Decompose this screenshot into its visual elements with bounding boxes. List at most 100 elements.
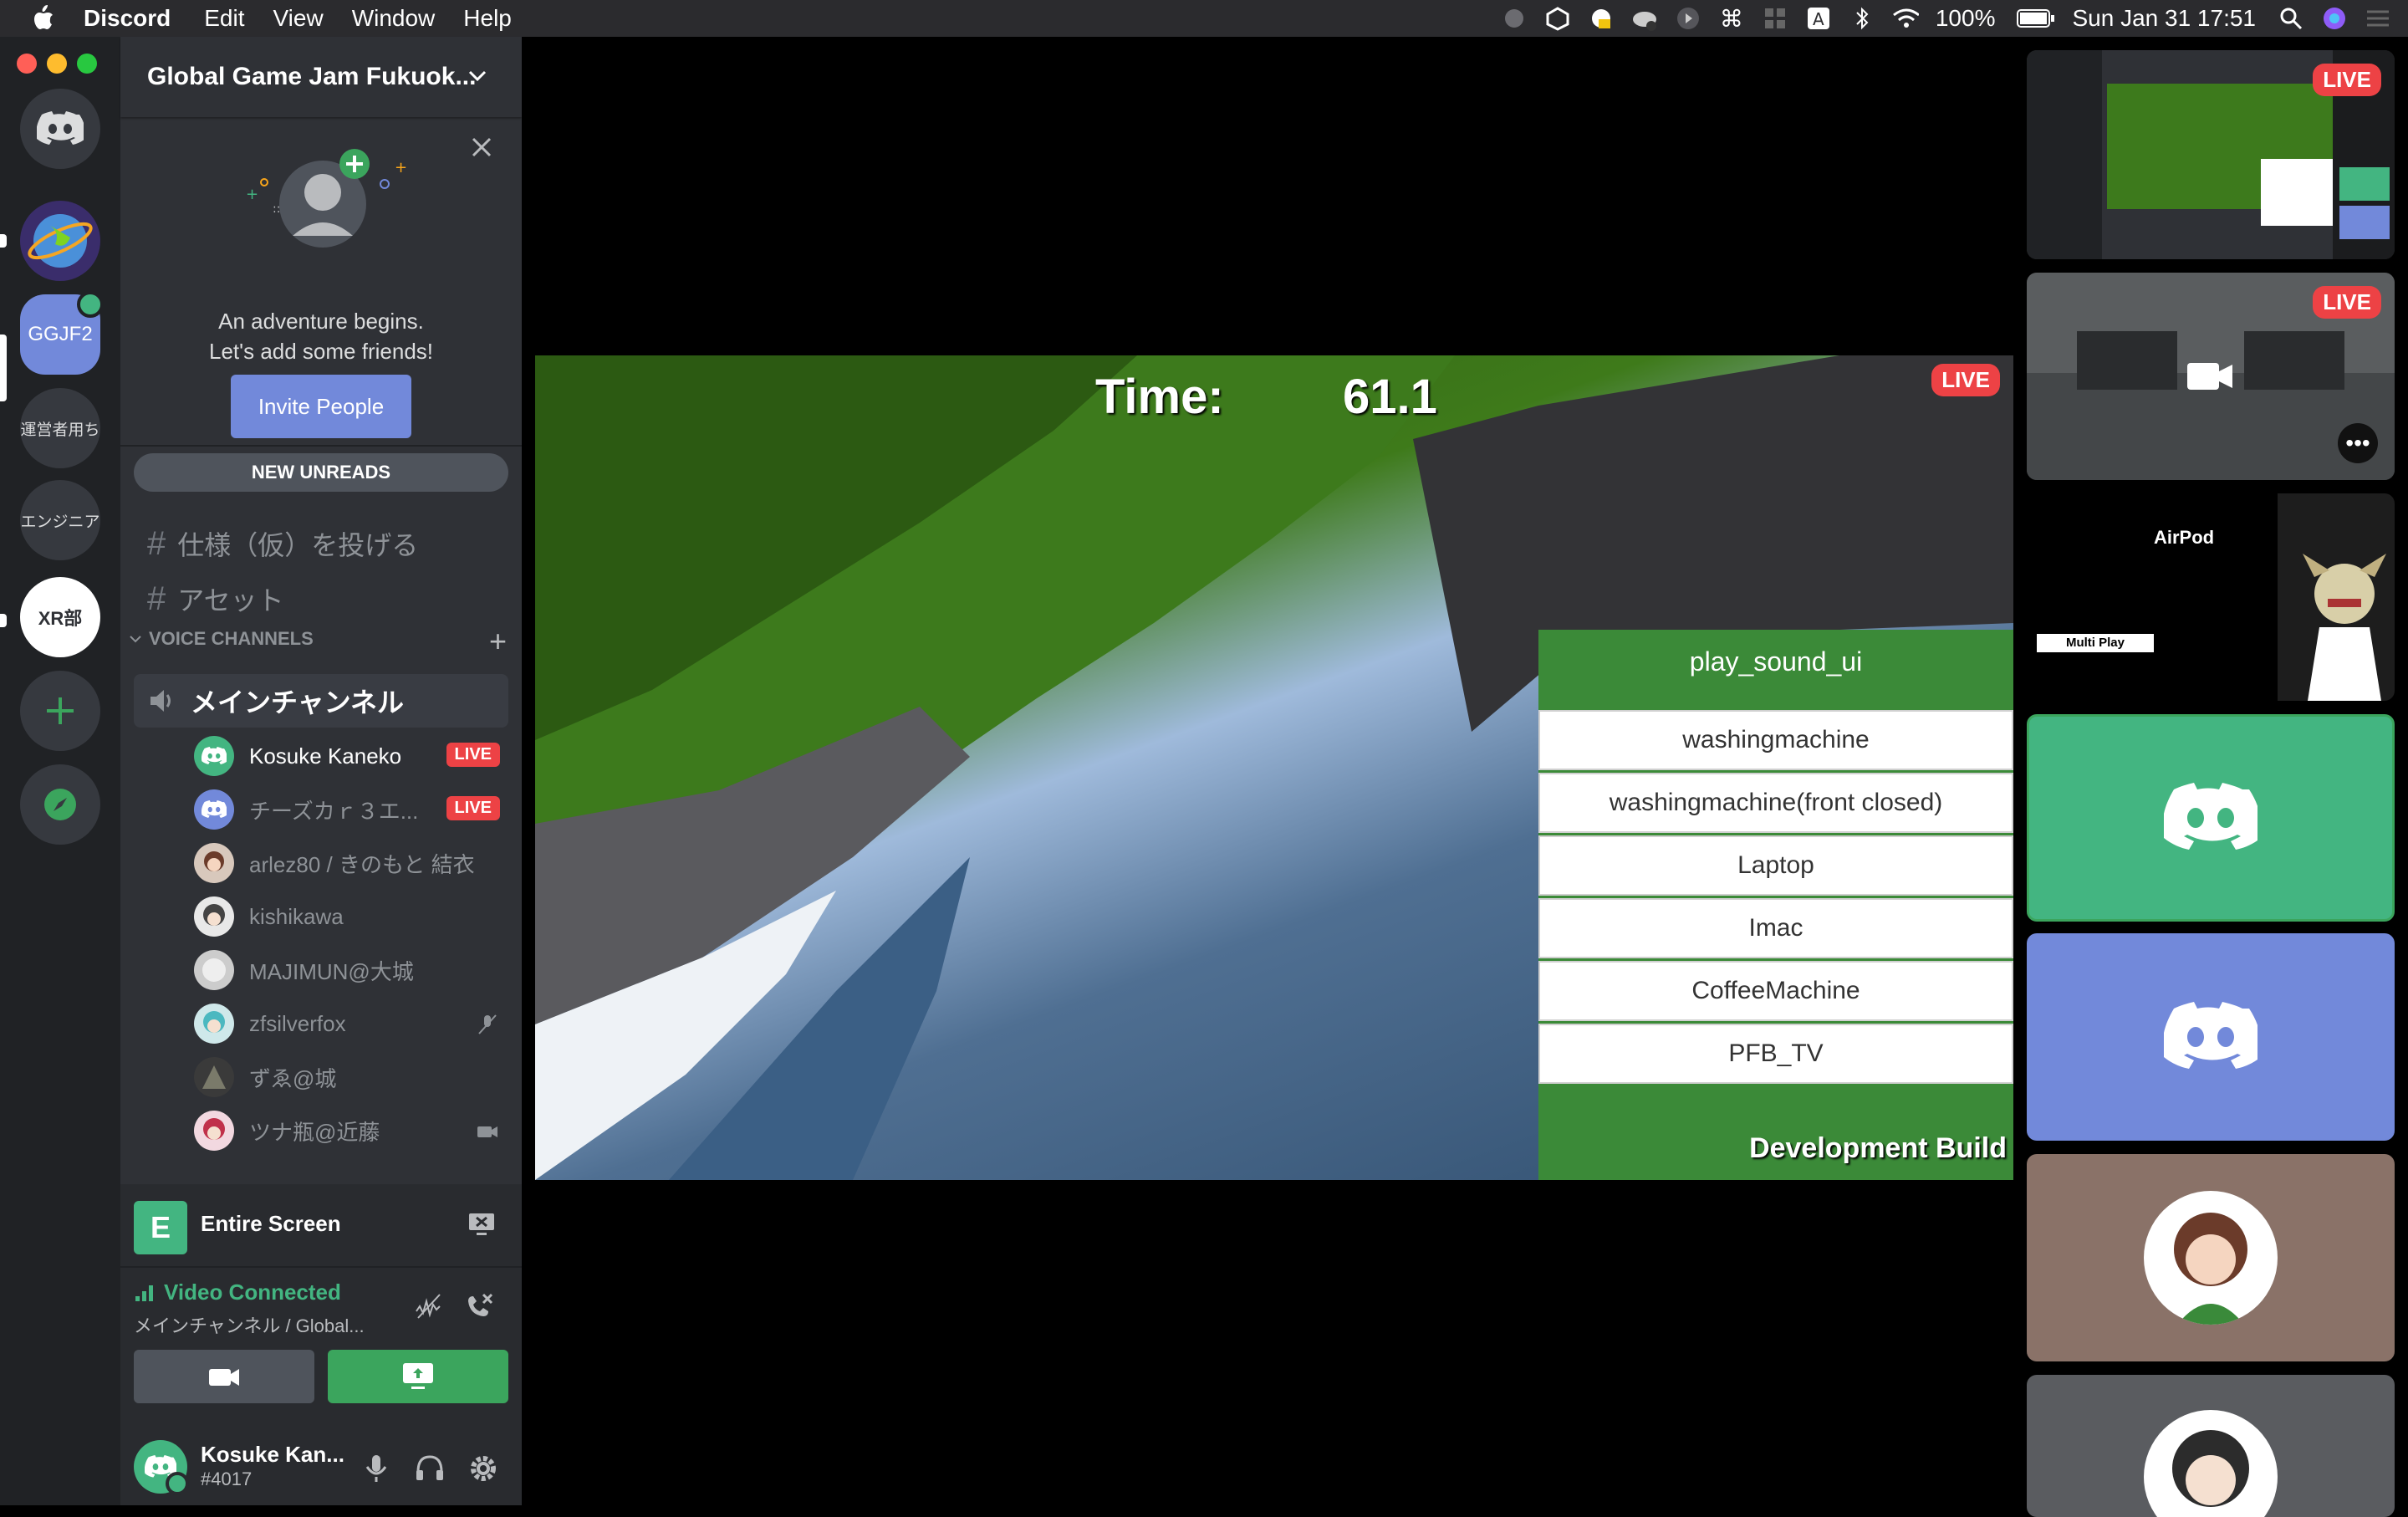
menu-edit[interactable]: Edit (204, 5, 244, 32)
server-ggjf2[interactable]: GGJF2 (20, 291, 104, 375)
text-channel-item[interactable]: # 仕様（仮）を投げる (147, 518, 418, 569)
stream-tile-room[interactable]: LIVE ••• (2027, 273, 2395, 480)
server-admin[interactable]: 運営者用ち (20, 388, 100, 468)
stream-tile-screen[interactable]: LIVE (2027, 50, 2395, 259)
svg-text:+: + (246, 186, 258, 203)
server-header[interactable]: Global Game Jam Fukuok... (120, 37, 522, 117)
screen-share-button[interactable] (328, 1350, 508, 1403)
participant-tile-user[interactable] (2027, 1154, 2395, 1361)
noise-suppression-icon[interactable] (411, 1290, 445, 1323)
voice-user[interactable]: arlez80 / きのもと 結衣 (194, 840, 508, 886)
avatar (194, 736, 234, 776)
explore-servers-button[interactable] (20, 764, 100, 845)
wifi-icon[interactable] (1892, 6, 1919, 31)
voice-user[interactable]: ずゑ@城 (194, 1054, 508, 1101)
voice-user-name: arlez80 / きのもと 結衣 (249, 851, 475, 877)
avatar[interactable] (134, 1440, 189, 1495)
game-menu-option[interactable]: washingmachine(front closed) (1538, 773, 2013, 833)
channel-name: アセット (177, 585, 284, 615)
voice-user[interactable]: ツナ瓶@近藤 (194, 1107, 508, 1154)
cloud-icon[interactable] (1631, 6, 1658, 31)
voice-status[interactable]: Video Connected (134, 1279, 341, 1305)
voice-channel-path[interactable]: メインチャンネル / Global... (134, 1311, 365, 1338)
grid-icon[interactable] (1762, 6, 1788, 31)
minimize-window-button[interactable] (47, 54, 67, 74)
voice-channel-main[interactable]: メインチャンネル (134, 674, 508, 728)
close-icon[interactable] (468, 134, 495, 161)
screen-thumbnail[interactable]: E (134, 1201, 187, 1254)
voice-user[interactable]: kishikawa (194, 893, 508, 940)
notification-icon[interactable] (1588, 6, 1615, 31)
voice-user[interactable]: zfsilverfox (194, 1000, 508, 1047)
server-engineers[interactable]: エンジニア (20, 480, 100, 560)
voice-user[interactable]: チーズカｒ３エ... LIVE (194, 786, 508, 833)
game-menu-option[interactable]: CoffeeMachine (1538, 961, 2013, 1021)
discord-logo-icon (37, 111, 84, 145)
participant-tile-blurple[interactable] (2027, 933, 2395, 1141)
more-options-icon[interactable]: ••• (2338, 423, 2378, 463)
chevron-down-icon[interactable] (465, 64, 490, 89)
menu-help[interactable]: Help (463, 5, 512, 32)
live-badge[interactable]: LIVE (446, 743, 500, 767)
spotlight-icon[interactable] (2278, 6, 2304, 31)
play-icon[interactable] (1675, 6, 1701, 31)
game-menu-option[interactable]: Imac (1538, 898, 2013, 958)
participant-tile-user[interactable] (2027, 1375, 2395, 1517)
headphones-icon[interactable] (413, 1452, 446, 1485)
create-channel-plus-icon[interactable]: + (489, 624, 507, 659)
voice-user[interactable]: MAJIMUN@大城 (194, 947, 508, 993)
menu-view[interactable]: View (273, 5, 324, 32)
zoom-window-button[interactable] (77, 54, 97, 74)
unity-icon[interactable] (1544, 6, 1571, 31)
add-server-button[interactable] (20, 671, 100, 751)
voice-user-name: MAJIMUN@大城 (249, 958, 414, 984)
live-badge[interactable]: LIVE (446, 796, 500, 820)
invite-people-button[interactable]: Invite People (231, 375, 411, 438)
menu-bar: Discord Edit View Window Help ⌘ A 100% S… (0, 0, 2408, 37)
apple-icon[interactable] (30, 4, 55, 33)
command-icon[interactable]: ⌘ (1718, 6, 1745, 32)
clock[interactable]: Sun Jan 31 17:51 (2072, 5, 2256, 32)
close-window-button[interactable] (17, 54, 37, 74)
new-unreads-bar[interactable]: NEW UNREADS (134, 453, 508, 492)
game-menu-option[interactable]: washingmachine (1538, 710, 2013, 770)
globe-icon (28, 214, 93, 268)
svg-text:A: A (1813, 9, 1824, 29)
server-xr-club[interactable]: XR部 (20, 577, 100, 657)
development-build-label: Development Build (1749, 1132, 2007, 1164)
stream-video[interactable]: Time: 61.1 LIVE play_sound_ui washingmac… (535, 355, 2013, 1180)
siri-icon[interactable] (2321, 6, 2348, 31)
settings-gear-icon[interactable] (467, 1452, 500, 1485)
game-menu-option[interactable]: PFB_TV (1538, 1024, 2013, 1084)
record-icon[interactable] (1501, 6, 1528, 31)
server-globe[interactable] (20, 201, 100, 281)
online-status-dot (166, 1472, 189, 1495)
input-source-icon[interactable]: A (1805, 6, 1832, 31)
participant-tile-green[interactable] (2027, 714, 2395, 922)
control-center-icon[interactable] (2365, 6, 2391, 31)
avatar (194, 843, 234, 883)
menu-window[interactable]: Window (352, 5, 436, 32)
voice-user[interactable]: Kosuke Kaneko LIVE (194, 733, 508, 779)
disconnect-icon[interactable] (462, 1290, 495, 1323)
home-button[interactable] (20, 89, 100, 169)
text-channel-item[interactable]: # アセット (147, 574, 284, 624)
airpods-label: AirPod (2154, 527, 2215, 548)
voice-user-name: ずゑ@城 (249, 1065, 337, 1091)
stream-tile-avatar[interactable]: AirPod Multi Play (2027, 493, 2395, 701)
plus-icon (47, 697, 74, 724)
voice-channels-category[interactable]: VOICE CHANNELS + (127, 622, 512, 659)
app-menu-discord[interactable]: Discord (84, 5, 171, 32)
server-engineers-label: エンジニア (20, 513, 100, 531)
game-menu-option[interactable]: Laptop (1538, 835, 2013, 896)
bluetooth-icon[interactable] (1849, 6, 1875, 31)
server-ggjf2-label: GGJF2 (28, 323, 93, 345)
microphone-icon[interactable] (360, 1452, 393, 1485)
stop-stream-icon[interactable] (467, 1209, 497, 1239)
hash-icon: # (147, 580, 166, 617)
user-tag: #4017 (201, 1468, 253, 1489)
video-camera-icon (477, 1126, 497, 1137)
video-toggle-button[interactable] (134, 1350, 314, 1403)
battery-icon[interactable] (2017, 6, 2055, 31)
username[interactable]: Kosuke Kan... (201, 1442, 344, 1468)
